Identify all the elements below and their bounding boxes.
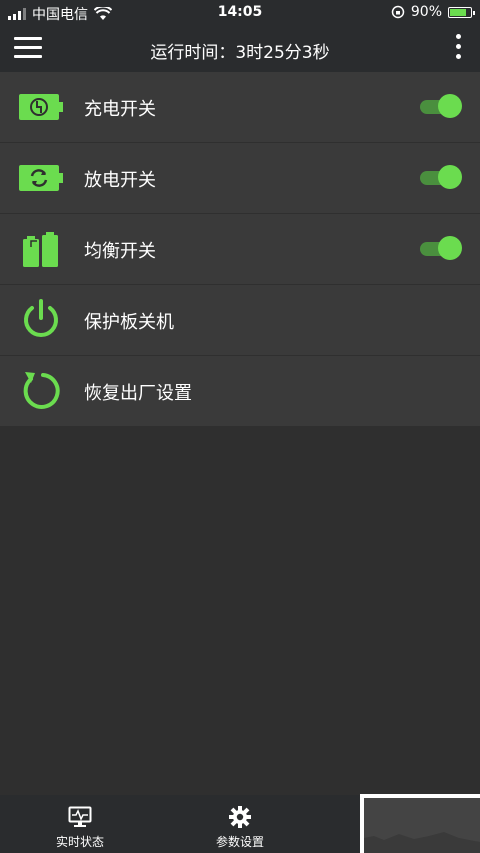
setting-row-charge[interactable]: 充电开关 (0, 72, 480, 143)
power-icon (18, 297, 64, 343)
runtime-value: 3时25分3秒 (235, 43, 330, 63)
tab-label: 实时状态 (55, 835, 104, 849)
monitor-icon (40, 805, 120, 829)
setting-label: 充电开关 (84, 99, 156, 120)
tab-realtime-status[interactable]: 实时状态 (40, 805, 120, 850)
thumbnail-preview (364, 798, 480, 853)
setting-row-factory-reset[interactable]: 恢复出厂设置 (0, 356, 480, 427)
battery-percent: 90% (410, 4, 442, 20)
runtime-title: 运行时间：3时25分3秒 (0, 38, 480, 63)
setting-label: 均衡开关 (84, 241, 156, 262)
setting-label: 保护板关机 (84, 312, 174, 333)
discharge-battery-icon (18, 155, 64, 201)
setting-row-balance[interactable]: 均衡开关 (0, 214, 480, 285)
setting-row-shutdown[interactable]: 保护板关机 (0, 285, 480, 356)
balance-battery-icon (18, 226, 64, 272)
gear-icon (200, 805, 280, 829)
reset-icon (18, 368, 64, 414)
status-right: 90% (391, 4, 475, 20)
tab-parameter-settings[interactable]: 参数设置 (200, 805, 280, 850)
discharge-toggle[interactable] (418, 165, 462, 189)
charge-toggle[interactable] (418, 94, 462, 118)
status-bar: 中国电信 14:05 90% (0, 0, 480, 26)
battery-icon (448, 6, 475, 18)
screenshot-thumbnail[interactable] (360, 794, 480, 853)
more-options-button[interactable] (454, 34, 462, 64)
balance-toggle[interactable] (418, 236, 462, 260)
charge-battery-icon (18, 84, 64, 130)
tab-label: 参数设置 (215, 835, 264, 849)
setting-row-discharge[interactable]: 放电开关 (0, 143, 480, 214)
runtime-label: 运行时间： (150, 43, 236, 63)
orientation-lock-icon (391, 5, 405, 19)
app-header: 运行时间：3时25分3秒 (0, 26, 480, 72)
setting-label: 恢复出厂设置 (84, 383, 192, 404)
setting-label: 放电开关 (84, 170, 156, 191)
settings-list: 充电开关 放电开关 均衡开关 保护板关机 恢复出厂设置 (0, 72, 480, 427)
